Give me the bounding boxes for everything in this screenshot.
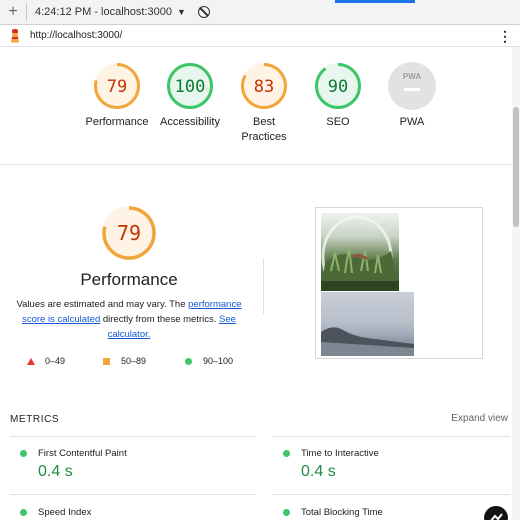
- report-url-bar: http://localhost:3000/ ⋮: [0, 25, 520, 47]
- divider: [273, 494, 510, 495]
- divider: [10, 436, 256, 437]
- expand-view-button[interactable]: Expand view: [451, 413, 508, 424]
- more-options-icon[interactable]: ⋮: [498, 29, 512, 43]
- performance-description: Values are estimated and may vary. The p…: [14, 297, 244, 342]
- gauge-pwa[interactable]: PWA PWA: [367, 61, 457, 130]
- final-screenshot[interactable]: [315, 207, 483, 359]
- performance-gauge-large: 79: [100, 204, 158, 262]
- chevron-down-icon[interactable]: ▼: [177, 7, 186, 17]
- landscape-photo: [321, 292, 414, 356]
- report-url[interactable]: http://localhost:3000/: [30, 30, 122, 41]
- pass-icon: [20, 450, 27, 457]
- legend-average: 50–89: [103, 356, 146, 366]
- pwa-badge-text: PWA: [403, 72, 421, 81]
- gauge-label: Best Practices: [241, 116, 287, 143]
- metric-label: Speed Index: [38, 507, 92, 518]
- lighthouse-icon: [9, 28, 21, 43]
- metric-label: Time to Interactive: [301, 448, 379, 459]
- legend-label: 0–49: [45, 356, 66, 366]
- gauge-score: 90: [328, 77, 348, 97]
- score-gauges: 79 Performance 100 Accessibility 83 Best…: [0, 47, 520, 165]
- performance-title: Performance: [80, 270, 178, 289]
- active-tab-indicator: [335, 0, 415, 3]
- toolbar-divider: [26, 3, 27, 21]
- pass-icon: [283, 450, 290, 457]
- floating-action-button[interactable]: [484, 506, 508, 520]
- desc-text: directly from these metrics.: [100, 314, 220, 325]
- legend-label: 90–100: [203, 356, 234, 366]
- desc-text: Values are estimated and may vary. The: [16, 299, 189, 310]
- clear-icon[interactable]: [197, 6, 210, 18]
- scrollbar-thumb[interactable]: [513, 107, 519, 227]
- vertical-scrollbar[interactable]: [512, 47, 520, 520]
- circle-icon: [185, 357, 192, 365]
- pass-icon: [20, 509, 27, 516]
- metric-label: First Contentful Paint: [38, 448, 127, 459]
- performance-score: 79: [117, 221, 141, 245]
- triangle-icon: [27, 357, 35, 365]
- legend-fail: 0–49: [27, 356, 65, 366]
- metric-value: 0.4 s: [38, 463, 73, 480]
- gauge-score: 79: [107, 77, 127, 97]
- section-divider: [263, 258, 264, 314]
- gauge-score: 100: [175, 77, 206, 97]
- gauge-score: 83: [254, 77, 274, 97]
- pwa-badge-icon: [388, 62, 436, 110]
- metric-value: 0.4 s: [301, 463, 336, 480]
- chart-icon: [490, 513, 503, 520]
- devtools-toolbar: + 4:24:12 PM - localhost:3000 ▼: [0, 0, 520, 25]
- legend-pass: 90–100: [185, 356, 233, 366]
- new-report-button[interactable]: +: [2, 1, 24, 23]
- gauge-label: PWA: [399, 116, 425, 128]
- divider: [10, 494, 256, 495]
- square-icon: [103, 357, 110, 365]
- terrarium-photo: [321, 213, 399, 291]
- metric-label: Total Blocking Time: [301, 507, 383, 518]
- legend-label: 50–89: [121, 356, 147, 366]
- divider: [273, 436, 510, 437]
- report-session-select[interactable]: 4:24:12 PM - localhost:3000: [35, 6, 172, 18]
- metrics-heading: METRICS: [10, 414, 60, 425]
- pass-icon: [283, 509, 290, 516]
